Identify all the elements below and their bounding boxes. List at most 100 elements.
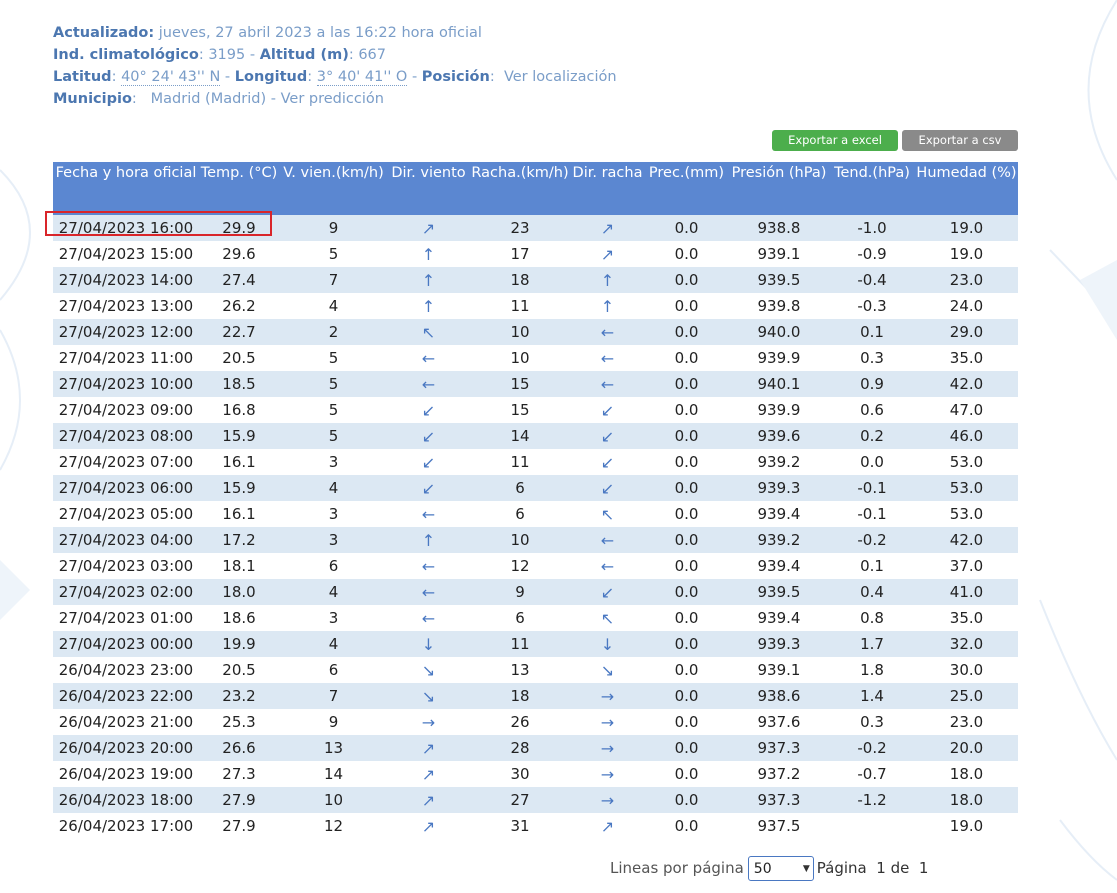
cell-temperature: 16.1 xyxy=(199,449,279,475)
cell-precipitation: 0.0 xyxy=(644,553,729,579)
pagination: Lineas por página 50 ▼ Página 1 de 1 xyxy=(610,856,928,881)
view-location-link[interactable]: Ver localización xyxy=(504,69,617,85)
cell-wind-speed: 13 xyxy=(279,735,388,761)
cell-wind-direction: ← xyxy=(388,345,469,371)
arrow-sw-icon: ↙ xyxy=(421,400,436,420)
cell-precipitation: 0.0 xyxy=(644,293,729,319)
cell-gust-speed: 17 xyxy=(469,241,571,267)
table-row: 26/04/2023 19:00 27.3 14 ↗ 30 → 0.0 937.2 -0.7 18… xyxy=(53,761,1018,787)
arrow-n-icon: ↑ xyxy=(600,296,615,316)
cell-wind-direction: ↘ xyxy=(388,683,469,709)
export-excel-button[interactable]: Exportar a excel xyxy=(772,130,898,151)
export-csv-button[interactable]: Exportar a csv xyxy=(902,130,1018,151)
cell-gust-speed: 26 xyxy=(469,709,571,735)
arrow-ne-icon: ↗ xyxy=(600,218,615,238)
cell-datetime: 27/04/2023 15:00 xyxy=(53,241,199,267)
cell-gust-speed: 13 xyxy=(469,657,571,683)
cell-gust-speed: 28 xyxy=(469,735,571,761)
header-humidity[interactable]: Humedad (%) xyxy=(915,162,1018,215)
header-precipitation[interactable]: Prec.(mm) xyxy=(644,162,729,215)
cell-wind-direction: → xyxy=(388,709,469,735)
arrow-sw-icon: ↙ xyxy=(600,478,615,498)
cell-gust-speed: 6 xyxy=(469,501,571,527)
header-datetime[interactable]: Fecha y hora oficial xyxy=(53,162,199,215)
cell-gust-direction: ← xyxy=(571,553,644,579)
cell-wind-direction: ↙ xyxy=(388,449,469,475)
cell-tendency: 0.3 xyxy=(829,345,915,371)
cell-tendency: 0.8 xyxy=(829,605,915,631)
cell-wind-direction: ↘ xyxy=(388,657,469,683)
arrow-w-icon: ← xyxy=(600,556,615,576)
arrow-e-icon: → xyxy=(600,686,615,706)
municipality-link[interactable]: Madrid (Madrid) xyxy=(151,91,267,107)
position-label: Posición xyxy=(421,69,490,85)
cell-precipitation: 0.0 xyxy=(644,423,729,449)
cell-wind-direction: ← xyxy=(388,553,469,579)
cell-tendency: -0.1 xyxy=(829,475,915,501)
cell-gust-speed: 6 xyxy=(469,475,571,501)
cell-pressure: 939.2 xyxy=(729,449,829,475)
header-temperature[interactable]: Temp. (°C) xyxy=(199,162,279,215)
header-gust-speed[interactable]: Racha.(km/h) xyxy=(469,162,571,215)
arrow-se-icon: ↘ xyxy=(421,686,436,706)
header-gust-direction[interactable]: Dir. racha xyxy=(571,162,644,215)
cell-pressure: 937.5 xyxy=(729,813,829,839)
cell-gust-direction: ↗ xyxy=(571,215,644,241)
cell-datetime: 26/04/2023 20:00 xyxy=(53,735,199,761)
cell-humidity: 25.0 xyxy=(915,683,1018,709)
table-row: 27/04/2023 05:00 16.1 3 ← 6 ↖ 0.0 939.4 -0.1 53.0 xyxy=(53,501,1018,527)
header-wind-speed[interactable]: V. vien.(km/h) xyxy=(279,162,388,215)
cell-gust-direction: → xyxy=(571,787,644,813)
cell-wind-direction: ← xyxy=(388,605,469,631)
arrow-se-icon: ↘ xyxy=(600,660,615,680)
cell-precipitation: 0.0 xyxy=(644,527,729,553)
climatological-index-label: Ind. climatológico xyxy=(53,47,199,63)
cell-tendency: 1.4 xyxy=(829,683,915,709)
cell-pressure: 939.2 xyxy=(729,527,829,553)
cell-temperature: 22.7 xyxy=(199,319,279,345)
view-forecast-link[interactable]: Ver predicción xyxy=(281,91,384,107)
cell-temperature: 27.3 xyxy=(199,761,279,787)
header-wind-direction[interactable]: Dir. viento xyxy=(388,162,469,215)
cell-precipitation: 0.0 xyxy=(644,709,729,735)
cell-gust-speed: 11 xyxy=(469,293,571,319)
cell-gust-direction: ← xyxy=(571,371,644,397)
cell-pressure: 939.5 xyxy=(729,267,829,293)
cell-precipitation: 0.0 xyxy=(644,475,729,501)
cell-datetime: 27/04/2023 09:00 xyxy=(53,397,199,423)
cell-humidity: 18.0 xyxy=(915,787,1018,813)
cell-wind-direction: ↑ xyxy=(388,267,469,293)
municipality-line: Municipio: Madrid (Madrid) - Ver predicc… xyxy=(53,91,384,107)
cell-wind-direction: ↖ xyxy=(388,319,469,345)
cell-gust-direction: ↙ xyxy=(571,423,644,449)
cell-temperature: 15.9 xyxy=(199,423,279,449)
arrow-sw-icon: ↙ xyxy=(600,426,615,446)
cell-precipitation: 0.0 xyxy=(644,319,729,345)
table-row: 27/04/2023 13:00 26.2 4 ↑ 11 ↑ 0.0 939.8 -0.3 24.… xyxy=(53,293,1018,319)
of-label: de xyxy=(890,859,910,877)
arrow-n-icon: ↑ xyxy=(421,244,436,264)
cell-precipitation: 0.0 xyxy=(644,267,729,293)
cell-humidity: 23.0 xyxy=(915,709,1018,735)
cell-datetime: 27/04/2023 01:00 xyxy=(53,605,199,631)
cell-datetime: 27/04/2023 05:00 xyxy=(53,501,199,527)
cell-wind-speed: 9 xyxy=(279,709,388,735)
header-pressure[interactable]: Presión (hPa) xyxy=(729,162,829,215)
cell-wind-speed: 7 xyxy=(279,267,388,293)
cell-humidity: 37.0 xyxy=(915,553,1018,579)
arrow-w-icon: ← xyxy=(421,374,436,394)
cell-temperature: 20.5 xyxy=(199,657,279,683)
arrow-w-icon: ← xyxy=(421,582,436,602)
header-tendency[interactable]: Tend.(hPa) xyxy=(829,162,915,215)
current-page: 1 xyxy=(876,859,886,877)
cell-humidity: 29.0 xyxy=(915,319,1018,345)
cell-wind-speed: 7 xyxy=(279,683,388,709)
longitude-label: Longitud xyxy=(234,69,308,85)
chevron-down-icon: ▼ xyxy=(802,864,810,874)
cell-gust-speed: 11 xyxy=(469,449,571,475)
cell-temperature: 25.3 xyxy=(199,709,279,735)
cell-gust-speed: 9 xyxy=(469,579,571,605)
lines-per-page-select[interactable]: 50 ▼ xyxy=(747,856,814,881)
cell-tendency: -0.2 xyxy=(829,527,915,553)
cell-wind-direction: ↗ xyxy=(388,215,469,241)
